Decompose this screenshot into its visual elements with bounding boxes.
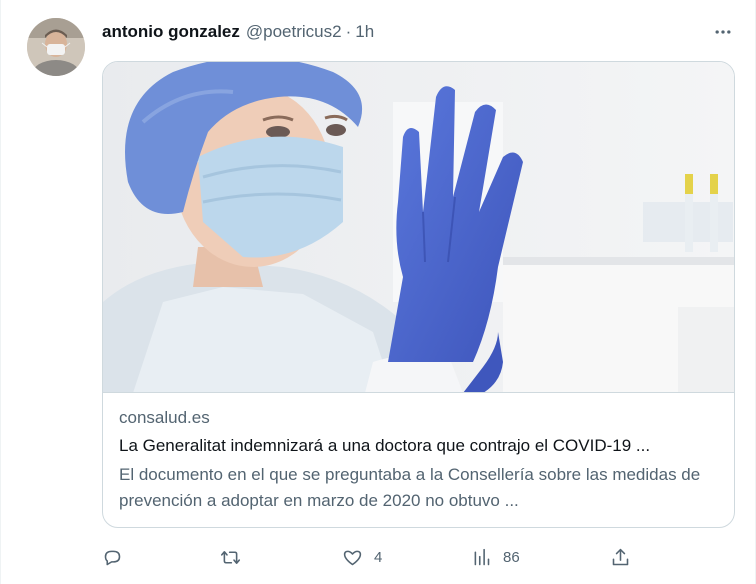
retweet-button[interactable] (220, 543, 252, 571)
card-description: El documento en el que se preguntaba a l… (119, 465, 701, 510)
more-horizontal-icon (715, 30, 731, 34)
share-icon (612, 548, 629, 565)
author-handle[interactable]: @poetricus2 (246, 22, 342, 42)
author-name[interactable]: antonio gonzalez (102, 22, 240, 42)
card-text[interactable]: consalud.es La Generalitat indemnizará a… (119, 406, 720, 514)
doctor-gloves-photo (103, 62, 734, 392)
tweet-time[interactable]: 1h (355, 22, 374, 42)
card-domain: consalud.es (119, 408, 210, 427)
tweet[interactable]: antonio gonzalez @poetricus2 · 1h consal… (0, 0, 756, 584)
link-card[interactable]: consalud.es La Generalitat indemnizará a… (102, 61, 735, 528)
reply-icon (104, 550, 121, 565)
share-button[interactable] (610, 543, 642, 571)
retweet-icon (220, 550, 241, 564)
views-chart-icon (474, 548, 490, 565)
card-image[interactable] (103, 62, 734, 393)
tweet-header: antonio gonzalez @poetricus2 · 1h (102, 20, 735, 44)
avatar-photo (27, 18, 85, 76)
tweet-actions: 4 86 (102, 543, 642, 571)
views-count: 86 (503, 548, 520, 566)
views-button[interactable]: 86 (471, 543, 520, 571)
card-title: La Generalitat indemnizará a una doctora… (119, 436, 651, 455)
more-button[interactable] (711, 20, 735, 44)
heart-icon (343, 550, 362, 565)
separator-dot: · (345, 22, 352, 41)
reply-button[interactable] (102, 543, 134, 571)
avatar[interactable] (27, 18, 85, 76)
like-button[interactable]: 4 (342, 543, 382, 571)
like-count: 4 (374, 548, 383, 566)
